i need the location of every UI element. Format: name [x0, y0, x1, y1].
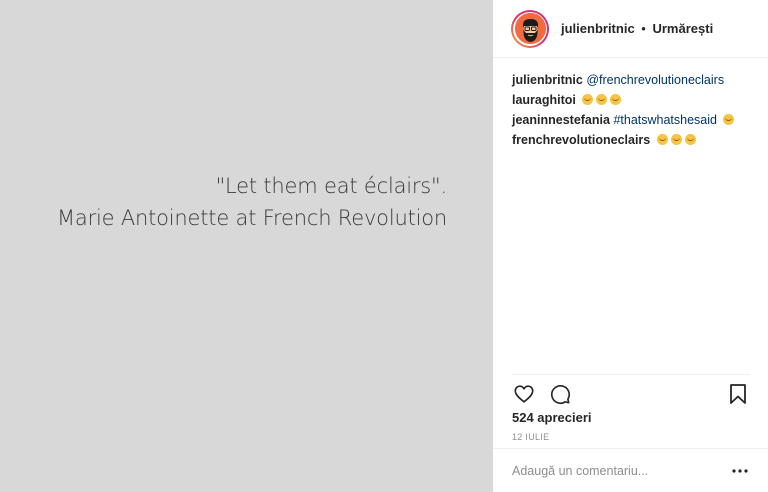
separator: •: [641, 21, 646, 36]
comment-item: jeaninnestefania #thatswhatshesaid: [512, 110, 752, 130]
action-bar: [512, 382, 750, 406]
comment-item: julienbritnic @frenchrevolutioneclairs: [512, 70, 752, 90]
comment-item: frenchrevolutioneclairs: [512, 130, 752, 150]
bookmark-icon[interactable]: [726, 382, 750, 406]
header-text: julienbritnic • Urmărești: [561, 21, 713, 36]
post-image[interactable]: "Let them eat éclairs". Marie Antoinette…: [0, 0, 493, 492]
post: "Let them eat éclairs". Marie Antoinette…: [0, 0, 768, 492]
quote-line-2: Marie Antoinette at French Revolution: [56, 206, 447, 230]
laughing-emoji-icon: [723, 114, 735, 125]
ellipsis-icon[interactable]: [730, 461, 750, 481]
grin-emoji-icon: [610, 94, 622, 105]
divider: [512, 374, 750, 375]
smile-emoji-icon: [656, 134, 668, 145]
username-link[interactable]: julienbritnic: [561, 21, 635, 36]
avatar-frame: [513, 11, 547, 46]
comment-username[interactable]: jeaninnestefania: [512, 113, 610, 127]
comment-username[interactable]: frenchrevolutioneclairs: [512, 133, 650, 147]
post-header: julienbritnic • Urmărești: [493, 0, 768, 58]
heart-icon[interactable]: [512, 382, 536, 406]
likes-count[interactable]: 524 aprecieri: [512, 410, 592, 425]
quote-line-1: "Let them eat éclairs".: [215, 174, 448, 198]
hashtag-link[interactable]: #thatswhatshesaid: [613, 113, 717, 127]
comment-form: [493, 448, 768, 492]
comments-list: julienbritnic @frenchrevolutioneclairs l…: [512, 70, 752, 150]
comment-item: lauraghitoi: [512, 90, 752, 110]
grin-emoji-icon: [596, 94, 608, 105]
comment-bubble-icon[interactable]: [548, 382, 572, 406]
bearded-man-avatar-icon: [514, 13, 546, 44]
grin-emoji-icon: [582, 94, 594, 105]
quote-text: "Let them eat éclairs". Marie Antoinette…: [57, 170, 447, 234]
comment-input[interactable]: [512, 463, 730, 478]
mention-link[interactable]: @frenchrevolutioneclairs: [586, 73, 724, 87]
smile-emoji-icon: [684, 134, 696, 145]
smile-emoji-icon: [670, 134, 682, 145]
comment-username[interactable]: lauraghitoi: [512, 93, 576, 107]
avatar[interactable]: [511, 9, 549, 48]
post-date: 12 IULIE: [512, 432, 550, 442]
post-sidebar: julienbritnic • Urmărești julienbritnic …: [493, 0, 768, 492]
following-button[interactable]: Urmărești: [652, 21, 713, 36]
comment-username[interactable]: julienbritnic: [512, 73, 583, 87]
